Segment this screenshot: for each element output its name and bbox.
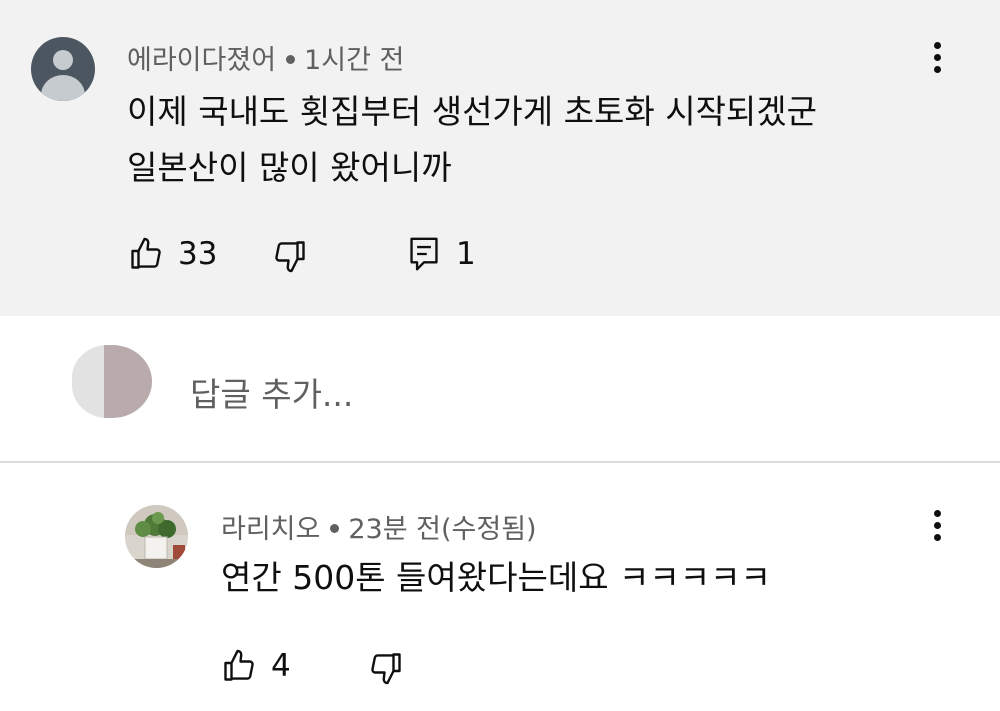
reply-time[interactable]: 23분 전(수정됨) bbox=[348, 514, 536, 545]
add-reply-input[interactable]: 답글 추가... bbox=[190, 368, 353, 416]
more-vert-icon[interactable] bbox=[925, 42, 949, 82]
plant-photo-avatar-icon bbox=[125, 505, 188, 568]
reply-text: 연간 500톤 들여왔다는데요 ㅋㅋㅋㅋㅋ bbox=[221, 558, 771, 597]
meta-separator-dot bbox=[286, 54, 296, 64]
like-count: 33 bbox=[178, 236, 218, 272]
comment-text-line-1: 이제 국내도 횟집부터 생선가게 초토화 시작되겠군 bbox=[127, 92, 818, 131]
comment-time[interactable]: 1시간 전 bbox=[304, 45, 404, 76]
commenter-avatar[interactable] bbox=[31, 37, 95, 101]
thumb-down-icon[interactable] bbox=[368, 650, 404, 686]
reply-meta: 라리치오 23분 전(수정됨) bbox=[221, 507, 537, 546]
meta-separator-dot bbox=[330, 523, 340, 533]
current-user-avatar bbox=[72, 345, 152, 418]
thumb-down-icon[interactable] bbox=[272, 238, 308, 274]
thumb-up-icon[interactable] bbox=[128, 236, 164, 272]
top-comment: 에라이다졌어 1시간 전 이제 국내도 횟집부터 생선가게 초토화 시작되겠군 일… bbox=[0, 0, 1000, 316]
divider bbox=[0, 461, 1000, 463]
reply-like-count: 4 bbox=[271, 648, 291, 684]
reply-comment-icon[interactable] bbox=[407, 236, 441, 272]
more-vert-icon[interactable] bbox=[925, 510, 949, 550]
reply-author[interactable]: 라리치오 bbox=[221, 514, 320, 545]
reply-avatar[interactable] bbox=[125, 505, 188, 568]
thumb-up-icon[interactable] bbox=[221, 648, 257, 684]
comment-text-line-2: 일본산이 많이 왔어니까 bbox=[127, 148, 452, 187]
comment-author[interactable]: 에라이다졌어 bbox=[127, 45, 276, 76]
reply-count[interactable]: 1 bbox=[456, 236, 476, 272]
comment-meta: 에라이다졌어 1시간 전 bbox=[127, 38, 404, 77]
default-avatar-icon bbox=[53, 50, 73, 70]
